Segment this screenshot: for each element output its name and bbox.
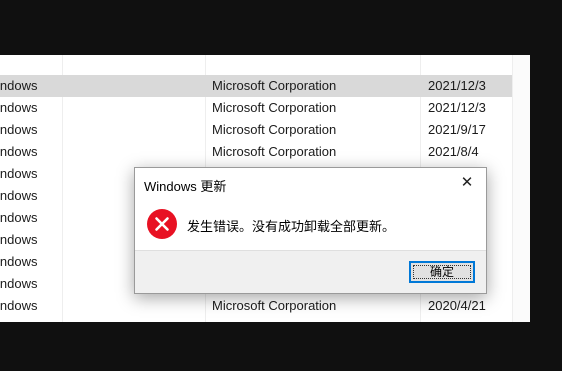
- table-row[interactable]: indows Microsoft Corporation 2021/12/3: [0, 97, 512, 119]
- installed-date-cell: 2021/12/3: [428, 78, 486, 93]
- installed-date-cell: 2021/9/17: [428, 122, 486, 137]
- table-row[interactable]: indows Microsoft Corporation 2020/4/21: [0, 295, 512, 317]
- table-row[interactable]: indows Microsoft Corporation 2021/12/3: [0, 75, 512, 97]
- publisher-cell: Microsoft Corporation: [212, 100, 337, 115]
- publisher-cell: Microsoft Corporation: [212, 298, 337, 313]
- table-row[interactable]: indows Microsoft Corporation 2021/8/4: [0, 141, 512, 163]
- update-name-cell: indows: [0, 144, 38, 159]
- dialog-title: Windows 更新: [144, 179, 227, 194]
- error-dialog: Windows 更新 ✕ 发生错误。没有成功卸载全部更新。 确定: [134, 167, 487, 294]
- scrollbar-track[interactable]: [512, 55, 530, 322]
- dialog-footer: 确定: [135, 250, 486, 293]
- installed-date-cell: 2021/12/3: [428, 100, 486, 115]
- ok-button-label: 确定: [429, 265, 454, 279]
- publisher-cell: Microsoft Corporation: [212, 78, 337, 93]
- publisher-cell: Microsoft Corporation: [212, 144, 337, 159]
- update-name-cell: indows: [0, 78, 38, 93]
- update-name-cell: indows: [0, 122, 38, 137]
- table-row[interactable]: indows Microsoft Corporation 2021/9/17: [0, 119, 512, 141]
- update-name-cell: indows: [0, 298, 38, 313]
- publisher-cell: Microsoft Corporation: [212, 122, 337, 137]
- error-icon: [147, 209, 177, 239]
- update-name-cell: indows: [0, 100, 38, 115]
- close-icon[interactable]: ✕: [454, 172, 480, 194]
- installed-date-cell: 2021/8/4: [428, 144, 479, 159]
- error-message: 发生错误。没有成功卸载全部更新。: [187, 219, 396, 234]
- ok-button[interactable]: 确定: [409, 261, 475, 283]
- installed-date-cell: 2020/4/21: [428, 298, 486, 313]
